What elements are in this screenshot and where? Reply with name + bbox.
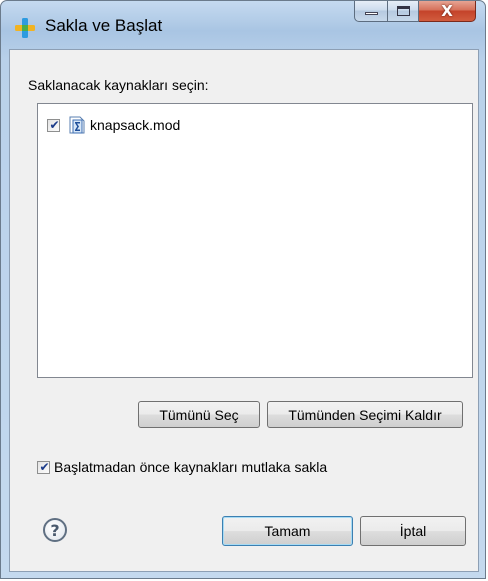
ok-button[interactable]: Tamam bbox=[222, 516, 353, 546]
title-bar[interactable]: Sakla ve Başlat X bbox=[1, 1, 485, 49]
maximize-icon bbox=[397, 6, 410, 16]
check-icon: ✔ bbox=[49, 117, 60, 132]
deselect-all-button[interactable]: Tümünden Seçimi Kaldır bbox=[267, 401, 463, 428]
resources-prompt: Saklanacak kaynakları seçin: bbox=[28, 77, 209, 93]
help-icon[interactable]: ? bbox=[43, 518, 67, 542]
always-save-option[interactable]: ✔ Başlatmadan önce kaynakları mutlaka sa… bbox=[37, 459, 327, 475]
sigma-file-icon bbox=[69, 116, 85, 134]
minimize-button[interactable] bbox=[354, 1, 388, 22]
resource-checkbox[interactable]: ✔ bbox=[47, 117, 60, 132]
close-button[interactable]: X bbox=[419, 1, 476, 22]
cancel-button[interactable]: İptal bbox=[360, 516, 466, 546]
maximize-button[interactable] bbox=[388, 1, 419, 22]
resource-label: knapsack.mod bbox=[90, 117, 181, 133]
check-icon: ✔ bbox=[39, 459, 50, 474]
window-title: Sakla ve Başlat bbox=[45, 16, 163, 35]
minimize-icon bbox=[365, 12, 378, 15]
app-plus-icon bbox=[15, 18, 35, 38]
select-all-button[interactable]: Tümünü Seç bbox=[138, 401, 260, 428]
dialog-window: Sakla ve Başlat X Saklanacak kaynakları … bbox=[0, 0, 486, 579]
resources-list[interactable]: ✔ knapsack.mod bbox=[37, 103, 473, 378]
always-save-checkbox[interactable]: ✔ bbox=[37, 459, 50, 474]
window-controls: X bbox=[354, 1, 476, 23]
always-save-label: Başlatmadan önce kaynakları mutlaka sakl… bbox=[54, 459, 328, 475]
list-item[interactable]: ✔ knapsack.mod bbox=[47, 116, 180, 134]
close-icon: X bbox=[441, 2, 453, 20]
